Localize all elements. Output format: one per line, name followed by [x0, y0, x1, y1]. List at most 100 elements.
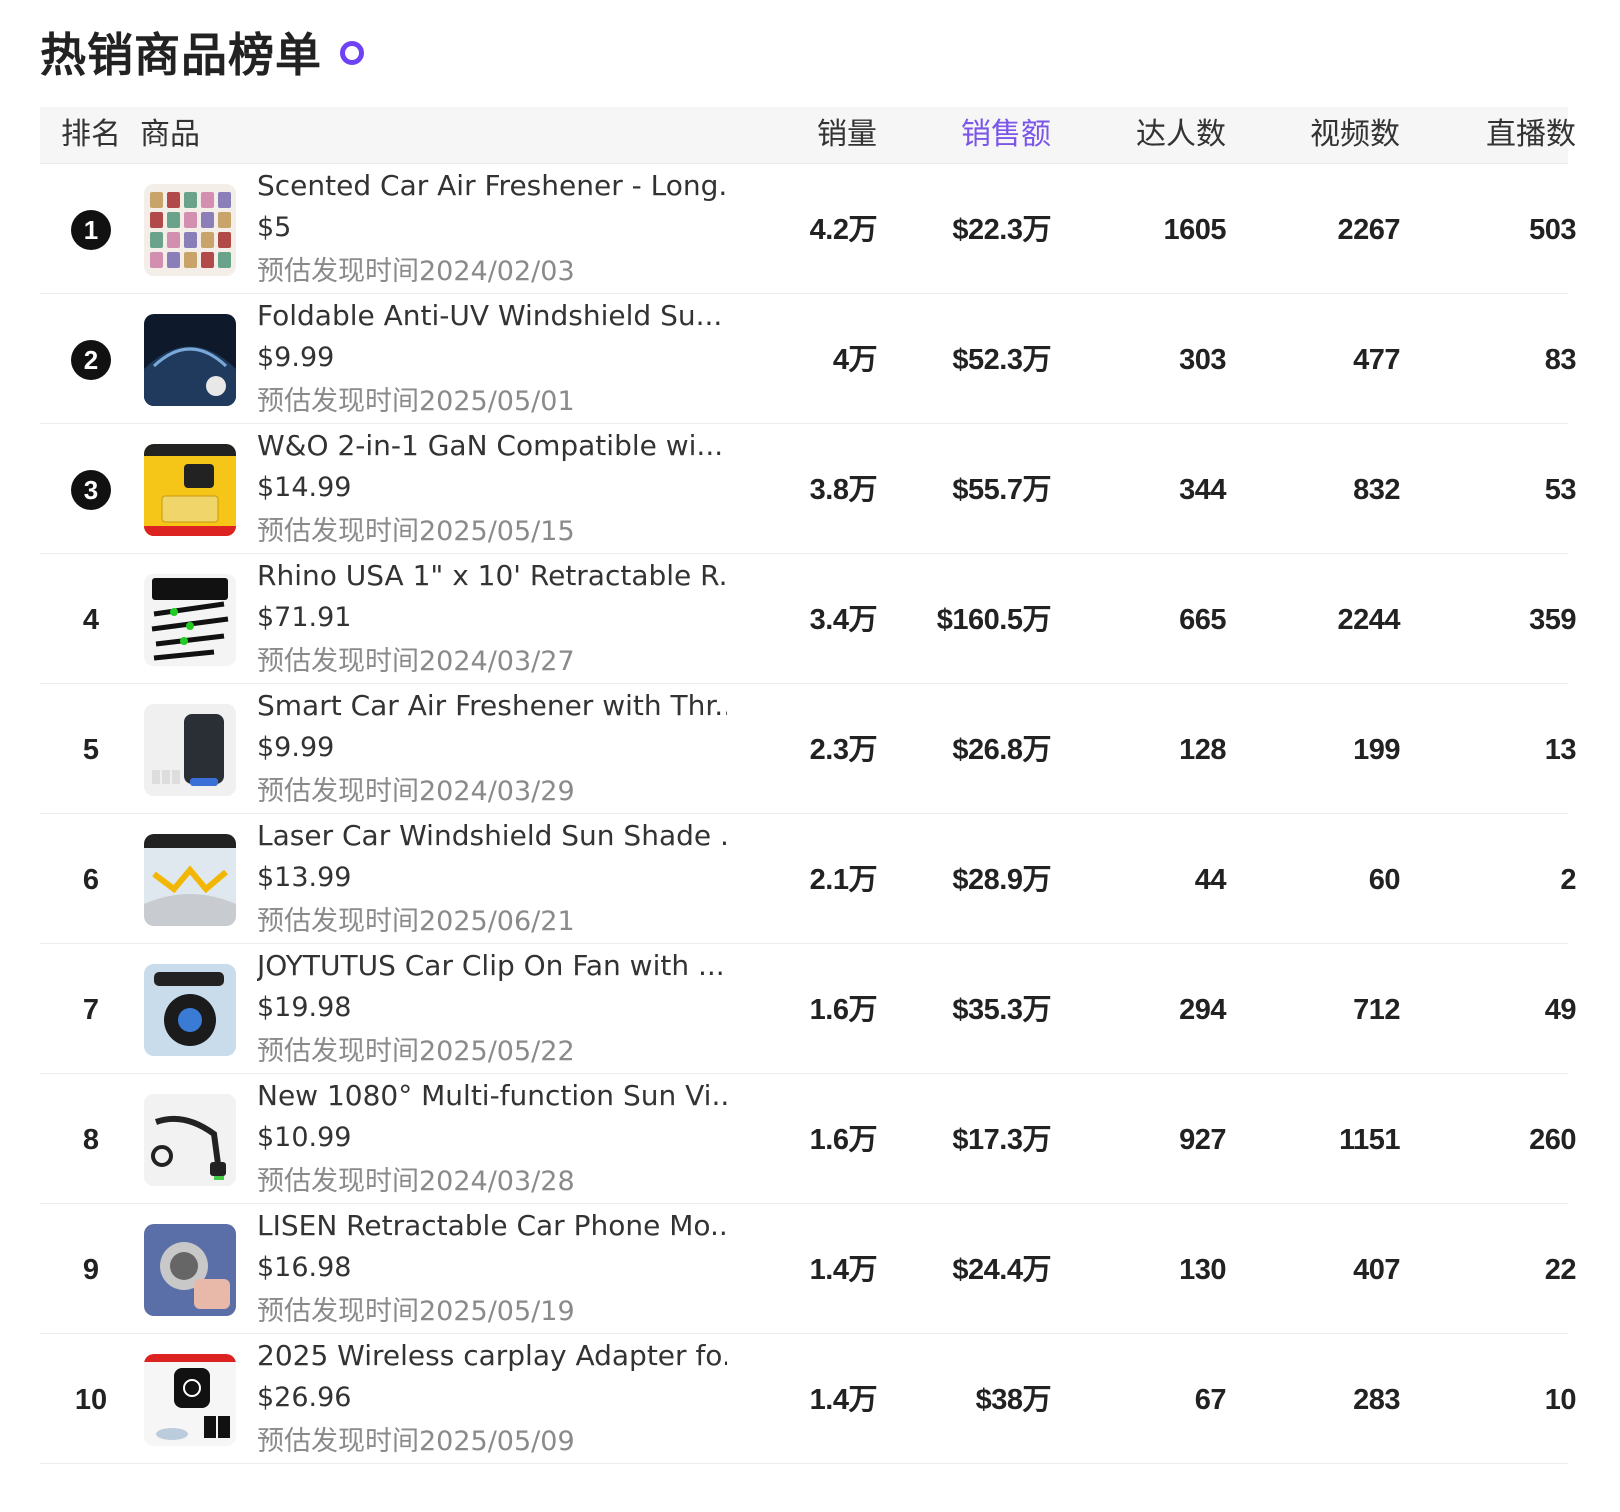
- product-price: $5: [257, 212, 292, 243]
- product-price: $19.98: [257, 992, 352, 1023]
- product-thumbnail[interactable]: [144, 1354, 236, 1446]
- header-amount[interactable]: 销售额: [961, 107, 1051, 163]
- amount-value: $55.7万: [952, 474, 1051, 506]
- product-discovery-date: 预估发现时间2025/05/15: [257, 516, 575, 547]
- video-count: 712: [1353, 994, 1400, 1026]
- rank-number: 5: [82, 734, 100, 766]
- product-thumbnail[interactable]: [144, 704, 236, 796]
- product-discovery-date: 预估发现时间2025/05/22: [257, 1036, 575, 1067]
- header-kol[interactable]: 达人数: [1136, 107, 1226, 163]
- product-thumbnail[interactable]: [144, 574, 236, 666]
- header-live[interactable]: 直播数: [1486, 107, 1576, 163]
- rank-number: 10: [74, 1384, 108, 1416]
- rank-number: 2: [71, 340, 111, 380]
- table-body: 1 Scented Car Air Freshener - Long... $5…: [40, 164, 1577, 1464]
- kol-count: 1605: [1163, 214, 1226, 246]
- product-name[interactable]: Scented Car Air Freshener - Long...: [257, 166, 727, 206]
- header-video[interactable]: 视频数: [1310, 107, 1400, 163]
- video-count: 477: [1353, 344, 1400, 376]
- table-row[interactable]: 6 Laser Car Windshield Sun Shade ... $13…: [40, 814, 1576, 944]
- product-name[interactable]: LISEN Retractable Car Phone Mo...: [257, 1206, 727, 1246]
- table-row[interactable]: 4 Rhino USA 1" x 10' Retractable R... $7…: [40, 554, 1576, 684]
- sales-value: 1.4万: [809, 1384, 878, 1416]
- product-name[interactable]: 2025 Wireless carplay Adapter fo...: [257, 1336, 727, 1376]
- table-row[interactable]: 9 LISEN Retractable Car Phone Mo... $16.…: [40, 1204, 1577, 1334]
- rank-number: 9: [82, 1254, 100, 1286]
- table-row[interactable]: 7 JOYTUTUS Car Clip On Fan with ... $19.…: [40, 944, 1577, 1074]
- table-row[interactable]: 2 Foldable Anti-UV Windshield Su... $9.9…: [40, 294, 1577, 424]
- table-row[interactable]: 5 Smart Car Air Freshener with Thr... $9…: [40, 684, 1577, 814]
- video-count: 832: [1353, 474, 1400, 506]
- loading-ring-icon: [340, 41, 364, 65]
- product-discovery-date: 预估发现时间2024/03/28: [257, 1166, 575, 1197]
- product-price: $16.98: [257, 1252, 352, 1283]
- live-count: 10: [1544, 1384, 1577, 1416]
- live-count: 83: [1544, 344, 1577, 376]
- amount-value: $35.3万: [952, 994, 1051, 1026]
- product-price: $9.99: [257, 342, 335, 373]
- product-discovery-date: 预估发现时间2025/05/19: [257, 1296, 575, 1327]
- product-thumbnail[interactable]: [144, 184, 236, 276]
- table-row[interactable]: 10 2025 Wireless carplay Adapter fo... $…: [40, 1334, 1577, 1464]
- product-discovery-date: 预估发现时间2025/06/21: [257, 906, 575, 937]
- table-row[interactable]: 3 W&O 2-in-1 GaN Compatible wi... $14.99…: [40, 424, 1577, 554]
- video-count: 283: [1353, 1384, 1400, 1416]
- video-count: 60: [1368, 864, 1401, 896]
- kol-count: 344: [1179, 474, 1226, 506]
- live-count: 359: [1529, 604, 1576, 636]
- live-count: 260: [1529, 1124, 1576, 1156]
- rank-number: 3: [71, 470, 111, 510]
- amount-value: $160.5万: [936, 604, 1052, 636]
- product-discovery-date: 预估发现时间2025/05/01: [257, 386, 575, 417]
- table-header: 排名 商品 销量 销售额 达人数 视频数 直播数: [40, 107, 1576, 164]
- header-product: 商品: [140, 117, 200, 152]
- product-name[interactable]: Laser Car Windshield Sun Shade ...: [257, 816, 727, 856]
- video-count: 2267: [1337, 214, 1400, 246]
- product-discovery-date: 预估发现时间2024/03/29: [257, 776, 575, 807]
- amount-value: $38万: [975, 1384, 1052, 1416]
- sales-value: 1.6万: [809, 1124, 878, 1156]
- product-discovery-date: 预估发现时间2025/05/09: [257, 1426, 575, 1457]
- product-thumbnail[interactable]: [144, 834, 236, 926]
- sales-value: 1.4万: [809, 1254, 878, 1286]
- product-thumbnail[interactable]: [144, 1094, 236, 1186]
- product-name[interactable]: Smart Car Air Freshener with Thr...: [257, 686, 727, 726]
- kol-count: 927: [1179, 1124, 1226, 1156]
- amount-value: $22.3万: [952, 214, 1051, 246]
- product-price: $71.91: [257, 602, 352, 633]
- rank-number: 6: [82, 864, 100, 896]
- kol-count: 130: [1179, 1254, 1226, 1286]
- product-name[interactable]: W&O 2-in-1 GaN Compatible wi...: [257, 426, 727, 466]
- header-sales[interactable]: 销量: [817, 107, 877, 163]
- sales-value: 4.2万: [809, 214, 878, 246]
- product-discovery-date: 预估发现时间2024/03/27: [257, 646, 575, 677]
- amount-value: $52.3万: [952, 344, 1051, 376]
- product-discovery-date: 预估发现时间2024/02/03: [257, 256, 575, 287]
- video-count: 407: [1353, 1254, 1400, 1286]
- video-count: 1151: [1339, 1124, 1400, 1156]
- kol-count: 665: [1179, 604, 1226, 636]
- table-row[interactable]: 1 Scented Car Air Freshener - Long... $5…: [40, 164, 1576, 294]
- sales-value: 2.1万: [809, 864, 878, 896]
- product-name[interactable]: JOYTUTUS Car Clip On Fan with ...: [257, 946, 727, 986]
- rank-number: 4: [82, 604, 100, 636]
- product-name[interactable]: Foldable Anti-UV Windshield Su...: [257, 296, 727, 336]
- live-count: 2: [1560, 864, 1576, 896]
- rank-number: 7: [82, 994, 100, 1026]
- product-name[interactable]: New 1080° Multi-function Sun Vi...: [257, 1076, 727, 1116]
- table-row[interactable]: 8 New 1080° Multi-function Sun Vi... $10…: [40, 1074, 1576, 1204]
- amount-value: $26.8万: [952, 734, 1051, 766]
- video-count: 199: [1353, 734, 1400, 766]
- sales-value: 2.3万: [809, 734, 878, 766]
- sales-value: 3.4万: [809, 604, 878, 636]
- live-count: 22: [1544, 1254, 1577, 1286]
- kol-count: 128: [1179, 734, 1226, 766]
- live-count: 503: [1529, 214, 1576, 246]
- product-thumbnail[interactable]: [144, 314, 236, 406]
- kol-count: 44: [1194, 864, 1227, 896]
- sales-value: 1.6万: [809, 994, 878, 1026]
- product-thumbnail[interactable]: [144, 1224, 236, 1316]
- product-name[interactable]: Rhino USA 1" x 10' Retractable R...: [257, 556, 727, 596]
- product-thumbnail[interactable]: [144, 964, 236, 1056]
- product-thumbnail[interactable]: [144, 444, 236, 536]
